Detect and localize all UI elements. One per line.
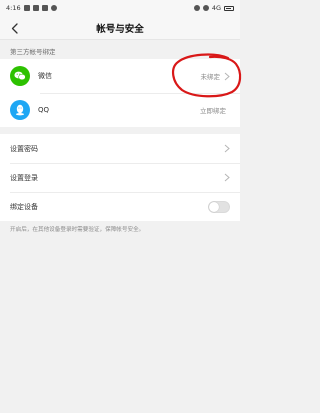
app-notification-icon xyxy=(41,5,48,11)
location-icon xyxy=(50,5,57,11)
login-settings-label: 设置登录 xyxy=(10,173,38,182)
list-item-set-password[interactable]: 设置密码 xyxy=(0,134,240,163)
wechat-label: 微信 xyxy=(38,72,52,80)
chevron-right-icon xyxy=(224,72,230,80)
notification-icon xyxy=(23,5,30,11)
status-left: 4:16 xyxy=(6,4,57,12)
wechat-icon xyxy=(10,66,30,86)
nav-bar: 帐号与安全 xyxy=(0,16,240,40)
qq-icon xyxy=(10,100,30,120)
network-type: 4G xyxy=(211,4,221,12)
status-right: 4G xyxy=(193,4,234,12)
list-item-wechat[interactable]: 微信 未绑定 xyxy=(0,59,240,93)
set-password-label: 设置密码 xyxy=(10,144,38,153)
settings-group: 设置密码 设置登录 绑定设备 xyxy=(0,134,240,221)
device-binding-toggle[interactable] xyxy=(208,200,230,213)
back-button[interactable] xyxy=(6,16,22,40)
alarm-icon xyxy=(193,5,200,11)
wechat-status: 未绑定 xyxy=(200,73,221,81)
list-item-device-binding: 绑定设备 xyxy=(0,192,240,221)
third-party-group: 微信 未绑定 QQ 立即绑定 xyxy=(0,59,240,127)
wifi-icon xyxy=(202,5,209,11)
page-title: 帐号与安全 xyxy=(96,23,144,35)
device-binding-label: 绑定设备 xyxy=(10,202,38,211)
list-item-login-settings[interactable]: 设置登录 xyxy=(0,163,240,192)
chevron-right-icon xyxy=(224,173,230,182)
qq-status[interactable]: 立即绑定 xyxy=(200,105,226,115)
footnote-text: 开启后，在其他设备登录时需要验证，保障帐号安全。 xyxy=(10,227,145,233)
status-bar: 4:16 4G xyxy=(0,0,240,16)
chevron-left-icon xyxy=(11,22,18,34)
status-time: 4:16 xyxy=(6,4,21,12)
qq-label: QQ xyxy=(38,106,50,114)
toggle-knob xyxy=(209,201,219,212)
battery-icon xyxy=(224,5,234,11)
list-item-qq[interactable]: QQ 立即绑定 xyxy=(0,93,240,127)
section-header-third-party: 第三方帐号绑定 xyxy=(10,48,56,56)
chevron-right-icon xyxy=(224,144,230,153)
message-icon xyxy=(32,5,39,11)
